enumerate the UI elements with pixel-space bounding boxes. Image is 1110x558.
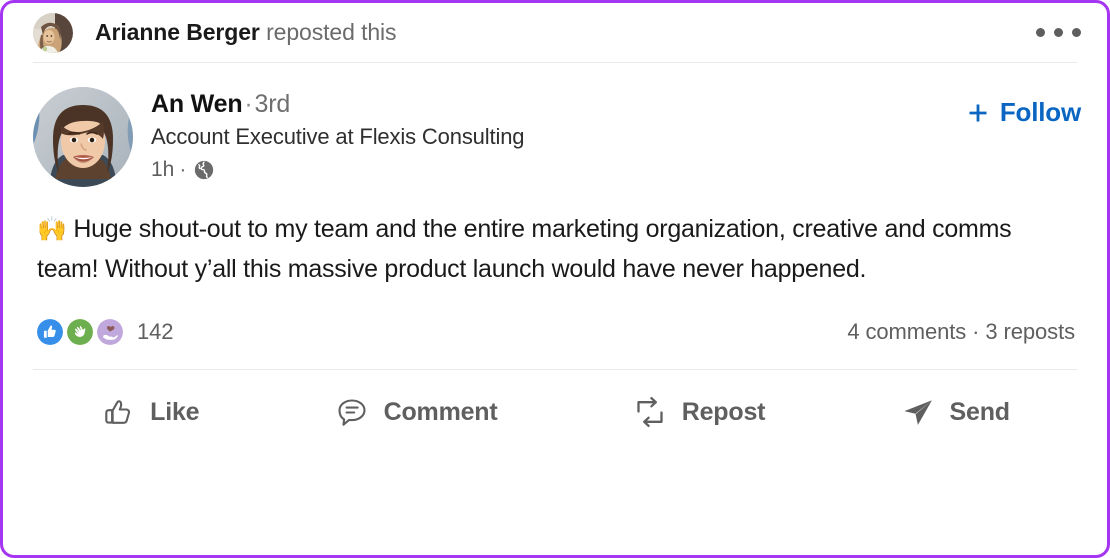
post-timestamp: 1h <box>151 158 175 181</box>
plus-icon <box>966 101 990 125</box>
comment-button[interactable]: Comment <box>316 384 516 440</box>
more-dot-2 <box>1054 28 1063 37</box>
reposter-avatar[interactable] <box>33 12 73 53</box>
social-counts-row: 142 4 comments · 3 reposts <box>3 289 1107 347</box>
post-text: Huge shout-out to my team and the entire… <box>37 215 1012 283</box>
author-meta: An Wen·3rd Account Executive at Flexis C… <box>151 87 525 183</box>
paper-plane-icon <box>900 394 936 430</box>
author-name-separator: · <box>244 90 253 118</box>
reactions-summary[interactable]: 142 <box>35 317 174 347</box>
repost-action-text: reposted this <box>259 19 397 45</box>
author-name-line: An Wen·3rd <box>151 89 524 119</box>
post-meta-line: 1h · <box>151 157 524 183</box>
follow-label: Follow <box>999 97 1081 127</box>
send-label: Send <box>949 397 1011 426</box>
like-button[interactable]: Like <box>82 384 217 440</box>
timestamp-separator: · <box>179 158 187 181</box>
celebrate-reaction-icon <box>65 317 95 347</box>
reaction-count: 142 <box>137 319 174 344</box>
author-row: An Wen·3rd Account Executive at Flexis C… <box>3 63 1107 187</box>
connection-degree: 3rd <box>254 90 291 118</box>
comments-reposts-count[interactable]: 4 comments · 3 reposts <box>847 319 1075 345</box>
follow-button[interactable]: Follow <box>964 93 1083 132</box>
globe-icon <box>193 159 215 181</box>
repost-header: Arianne Berger reposted this <box>3 3 1107 62</box>
support-reaction-icon <box>95 317 125 347</box>
author-headline: Account Executive at Flexis Consulting <box>151 124 525 149</box>
post-options-button[interactable] <box>1034 18 1083 47</box>
repost-label: Arianne Berger reposted this <box>95 19 397 46</box>
thumbs-up-icon <box>100 394 136 430</box>
repost-button[interactable]: Repost <box>614 384 784 440</box>
more-dot-1 <box>1036 28 1045 37</box>
repost-arrows-icon <box>632 394 668 430</box>
reposter-name[interactable]: Arianne Berger <box>95 19 260 45</box>
author-avatar[interactable] <box>33 87 133 187</box>
raising-hands-emoji: 🙌 <box>37 215 67 243</box>
like-label: Like <box>150 397 200 426</box>
action-bar: Like Comment Repost Send <box>3 370 1107 440</box>
speech-bubble-icon <box>334 394 370 430</box>
post-content[interactable]: 🙌 Huge shout-out to my team and the enti… <box>3 187 1107 289</box>
reaction-icon-stack <box>35 317 125 347</box>
comment-label: Comment <box>383 397 498 426</box>
author-name[interactable]: An Wen <box>151 90 243 118</box>
linkedin-post-card: Arianne Berger reposted this An Wen·3rd … <box>0 0 1110 558</box>
repost-label: Repost <box>681 397 766 426</box>
like-reaction-icon <box>35 317 65 347</box>
more-dot-3 <box>1072 28 1081 37</box>
send-button[interactable]: Send <box>882 384 1028 440</box>
